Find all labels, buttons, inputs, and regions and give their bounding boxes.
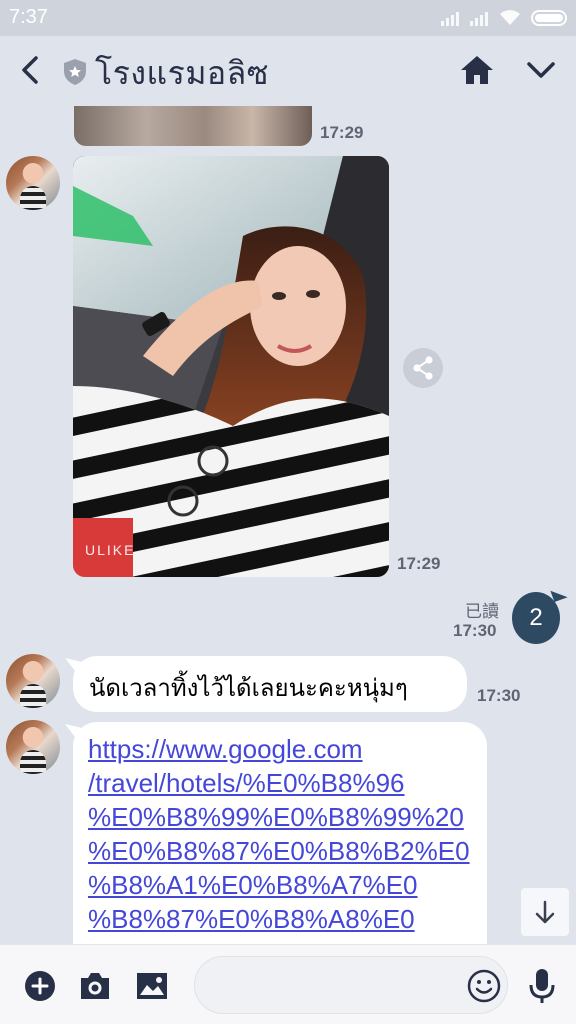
arrow-down-icon [535, 900, 555, 924]
signal-1-icon [441, 10, 459, 26]
link-message[interactable]: https://www.google.com /travel/hotels/%E… [65, 722, 487, 944]
home-icon[interactable] [458, 52, 496, 88]
input-bar [0, 944, 576, 1024]
share-button[interactable] [403, 348, 443, 388]
chevron-down-icon[interactable] [522, 54, 560, 88]
status-time: 7:37 [9, 6, 48, 28]
scroll-to-bottom-button[interactable] [521, 888, 569, 936]
photo-content [73, 156, 389, 577]
link-line: https://www.google.com [88, 734, 363, 764]
share-icon [413, 356, 433, 380]
text-message[interactable]: นัดเวลาทิ้งไว้ได้เลยนะคะหนุ่มๆ [65, 656, 467, 712]
sent-number: 2 [529, 604, 543, 631]
microphone-icon[interactable] [528, 967, 556, 1005]
camera-icon[interactable] [78, 970, 112, 1002]
back-arrow-icon[interactable] [12, 50, 48, 90]
avatar[interactable] [6, 156, 60, 210]
add-icon[interactable] [24, 970, 56, 1002]
wifi-icon [500, 10, 520, 25]
message-time: 17:29 [320, 123, 364, 142]
link-line: /travel/hotels/%E0%B8%96 [88, 768, 405, 798]
signal-2-icon [470, 10, 488, 26]
image-icon[interactable] [135, 970, 169, 1002]
link-line: %B8%A1%E0%B8%A7%E0 [88, 870, 418, 900]
avatar[interactable] [6, 720, 60, 774]
shield-icon [64, 59, 86, 85]
photo-watermark: ULIKE [85, 542, 136, 558]
message-text: นัดเวลาทิ้งไว้ได้เลยนะคะหนุ่มๆ [89, 674, 408, 702]
message-time: 17:30 [477, 686, 521, 705]
message-input[interactable] [194, 956, 508, 1014]
message-link[interactable]: https://www.google.com /travel/hotels/%E… [88, 732, 478, 936]
chat-header: โรงแรมอลิซ [0, 36, 576, 106]
emoji-icon[interactable] [467, 969, 501, 1003]
battery-icon [531, 10, 567, 26]
read-receipt: 已讀 [465, 602, 499, 622]
chat-title: โรงแรมอลิซ [95, 54, 269, 92]
chat-area[interactable]: 17:29 ULIKE 17:29 已讀 17:30 2 นัดเวลาทิ้ง… [0, 106, 576, 944]
link-line: %E0%B8%99%E0%B8%99%20 [88, 802, 464, 832]
sent-number-bubble[interactable]: 2 [512, 592, 560, 644]
image-message-partial[interactable] [74, 106, 312, 146]
message-time: 17:29 [397, 554, 441, 573]
message-time: 17:30 [453, 621, 497, 640]
avatar[interactable] [6, 654, 60, 708]
status-bar: 7:37 [0, 0, 576, 36]
link-line: %B8%87%E0%B8%A8%E0 [88, 904, 415, 934]
image-message[interactable]: ULIKE [73, 156, 389, 577]
link-line: %E0%B8%87%E0%B8%B2%E0 [88, 836, 470, 866]
